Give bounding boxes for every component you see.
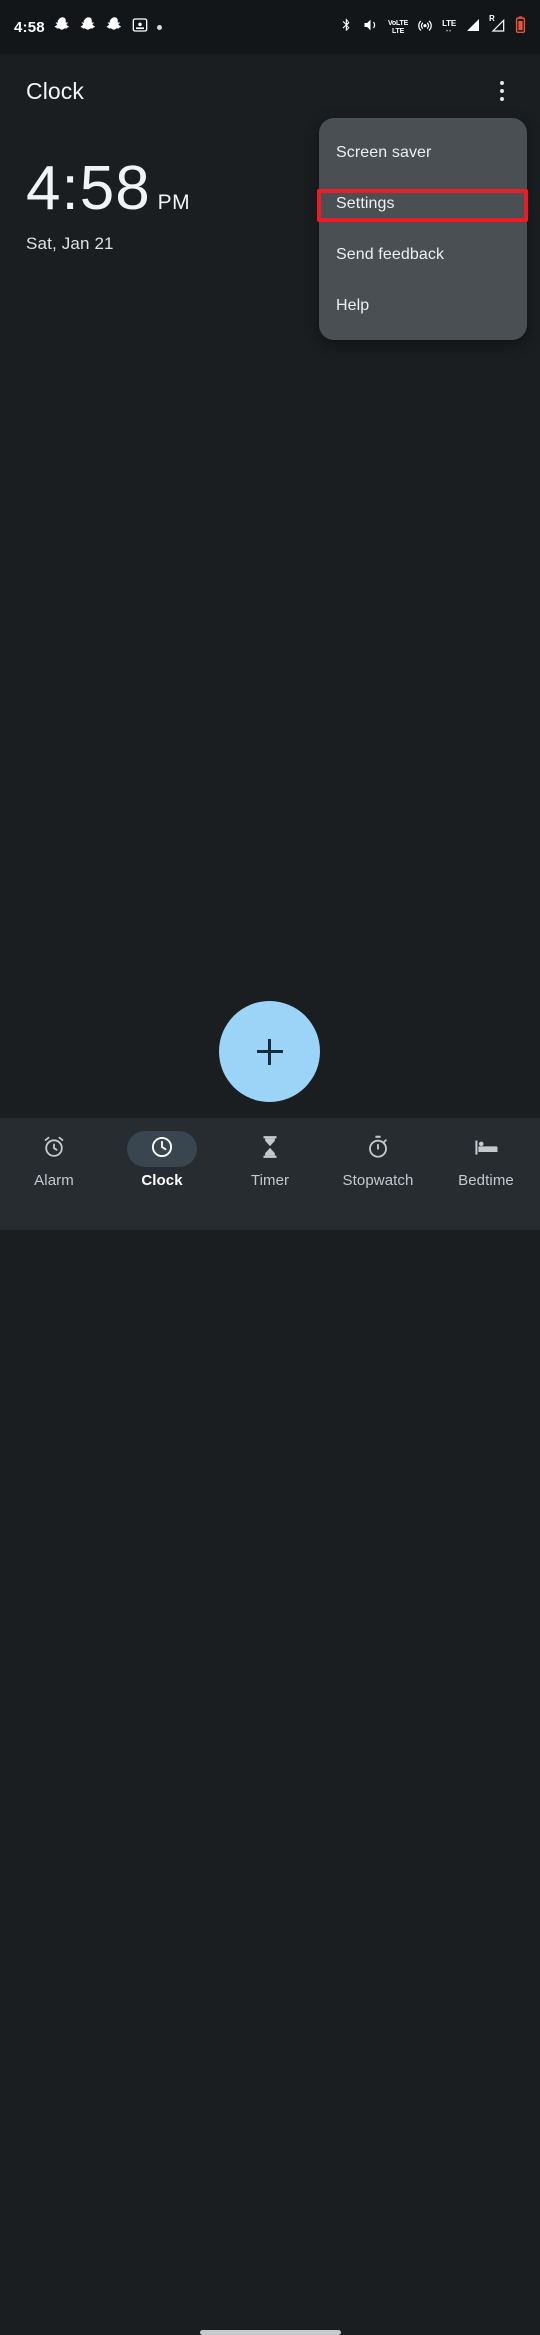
- alarm-icon: [41, 1134, 67, 1165]
- current-time: 4:58: [26, 154, 151, 223]
- roaming-label: R: [489, 13, 495, 23]
- nav-label-alarm: Alarm: [34, 1172, 74, 1189]
- nav-pill-timer: [235, 1131, 305, 1167]
- app-bar: Clock: [0, 54, 540, 128]
- lte-sub-dots: ••: [445, 28, 453, 35]
- menu-item-send-feedback[interactable]: Send feedback: [319, 229, 527, 280]
- volte-bottom-label: LTE: [391, 27, 405, 35]
- nav-item-alarm[interactable]: Alarm: [0, 1118, 108, 1200]
- nav-label-timer: Timer: [250, 1172, 290, 1189]
- overflow-dot-icon: [500, 97, 504, 101]
- status-bar-right: VoLTE LTE LTE •• R: [339, 13, 526, 38]
- lte-label: LTE: [442, 18, 456, 28]
- bottom-navigation-items: Alarm Clock Timer Stopwatch Bedtime: [0, 1118, 540, 1200]
- menu-item-help[interactable]: Help: [319, 280, 527, 331]
- screenshot-icon: [132, 17, 148, 38]
- bottom-navigation: Alarm Clock Timer Stopwatch Bedtime: [0, 1118, 540, 2335]
- lte-plus-icon: LTE ••: [442, 18, 456, 35]
- volte-icon: VoLTE LTE: [388, 20, 408, 35]
- current-date: Sat, Jan 21: [26, 234, 114, 253]
- nav-label-bedtime: Bedtime: [458, 1172, 514, 1189]
- nav-pill-alarm: [19, 1131, 89, 1167]
- snapchat-icon: [54, 16, 71, 38]
- nav-item-bedtime[interactable]: Bedtime: [432, 1118, 540, 1200]
- nav-label-clock: Clock: [141, 1172, 183, 1189]
- signal-bars-icon: [465, 17, 481, 38]
- menu-item-settings[interactable]: Settings: [319, 178, 527, 229]
- page-title: Clock: [26, 77, 85, 104]
- current-time-row: 4:58 PM: [26, 158, 190, 220]
- battery-low-icon: [515, 16, 526, 38]
- roaming-signal-icon: R: [489, 13, 506, 38]
- nav-pill-bedtime: [451, 1131, 521, 1167]
- bluetooth-icon: [339, 17, 353, 38]
- bed-icon: [473, 1134, 499, 1165]
- nav-pill-clock: [127, 1131, 197, 1167]
- nav-item-stopwatch[interactable]: Stopwatch: [324, 1118, 432, 1200]
- snapchat-icon: [106, 16, 123, 38]
- status-bar-left: 4:58: [14, 16, 162, 38]
- snapchat-icon: [80, 16, 97, 38]
- stopwatch-icon: [365, 1134, 391, 1165]
- status-bar: 4:58 VoLTE LTE LTE •• R: [0, 0, 540, 54]
- clock-icon: [149, 1134, 175, 1165]
- gesture-navigation-bar[interactable]: [200, 2330, 341, 2335]
- nav-pill-stopwatch: [343, 1131, 413, 1167]
- overflow-dot-icon: [500, 81, 504, 85]
- volte-top-label: VoLTE: [387, 19, 409, 27]
- vibrate-icon: [362, 17, 379, 38]
- notification-dot-icon: [156, 24, 162, 30]
- overflow-menu-button[interactable]: [480, 69, 524, 113]
- status-bar-clock: 4:58: [14, 18, 45, 36]
- nav-label-stopwatch: Stopwatch: [342, 1172, 414, 1189]
- current-time-ampm: PM: [157, 191, 190, 214]
- hotspot-icon: [417, 17, 433, 38]
- plus-icon: [256, 1038, 283, 1065]
- clock-display: 4:58 PM Sat, Jan 21: [26, 158, 190, 254]
- nav-item-clock[interactable]: Clock: [108, 1118, 216, 1200]
- menu-item-screen-saver[interactable]: Screen saver: [319, 127, 527, 178]
- overflow-dot-icon: [500, 89, 504, 93]
- overflow-menu: Screen saver Settings Send feedback Help: [319, 118, 527, 340]
- add-city-fab[interactable]: [219, 1001, 320, 1102]
- hourglass-icon: [257, 1134, 283, 1165]
- nav-item-timer[interactable]: Timer: [216, 1118, 324, 1200]
